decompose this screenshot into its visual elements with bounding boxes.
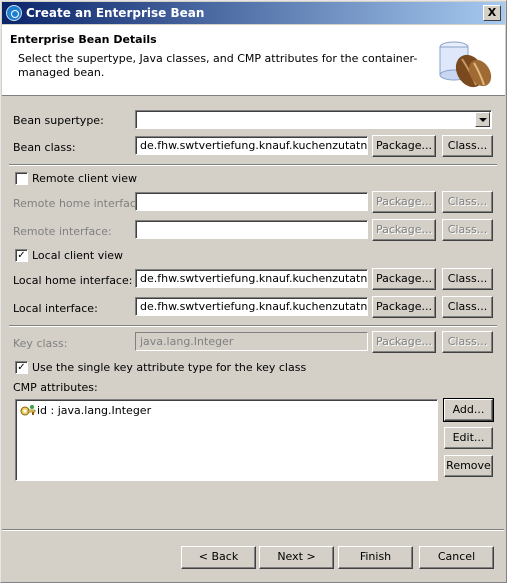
chevron-down-icon[interactable] <box>475 112 490 127</box>
bean-class-package-button[interactable]: Package... <box>372 135 436 157</box>
bean-class-field[interactable]: de.fhw.swtvertiefung.knauf.kuchenzutatnm… <box>135 136 368 155</box>
local-home-interface-field[interactable]: de.fhw.swtvertiefung.knauf.kuchenzutatnm… <box>135 269 368 288</box>
remote-interface-class-button[interactable]: Class... <box>442 219 493 241</box>
cmp-attribute-text: id : java.lang.Integer <box>37 404 152 417</box>
local-interface-class-button[interactable]: Class... <box>442 296 493 318</box>
key-class-class-button[interactable]: Class... <box>442 331 493 353</box>
separator <box>9 325 497 327</box>
remote-client-view-label: Remote client view <box>32 172 137 185</box>
bean-class-label: Bean class: <box>13 141 76 154</box>
edit-attribute-button[interactable]: Edit... <box>444 427 493 449</box>
wizard-window: Create an Enterprise Bean X Enterprise B… <box>0 0 507 583</box>
local-home-interface-label: Local home interface: <box>13 274 133 287</box>
back-button[interactable]: < Back <box>181 546 256 569</box>
remote-home-class-button[interactable]: Class... <box>442 191 493 213</box>
remove-attribute-button[interactable]: Remove <box>444 455 493 477</box>
eclipse-icon <box>6 5 22 21</box>
local-home-class-button[interactable]: Class... <box>442 268 493 290</box>
key-class-field[interactable]: java.lang.Integer <box>135 332 368 351</box>
title-bar: Create an Enterprise Bean X <box>2 2 505 24</box>
key-class-label: Key class: <box>13 337 68 350</box>
local-interface-package-button[interactable]: Package... <box>372 296 436 318</box>
local-interface-label: Local interface: <box>13 302 98 315</box>
key-class-package-button[interactable]: Package... <box>372 331 436 353</box>
close-button[interactable]: X <box>483 5 501 21</box>
remote-interface-package-button[interactable]: Package... <box>372 219 436 241</box>
next-button[interactable]: Next > <box>259 546 334 569</box>
separator <box>9 164 497 166</box>
remote-client-view-checkbox[interactable] <box>15 172 28 185</box>
single-key-label: Use the single key attribute type for th… <box>32 361 307 374</box>
cmp-attributes-list[interactable]: id : java.lang.Integer <box>15 399 438 481</box>
wizard-header: Enterprise Bean Details Select the super… <box>2 25 505 96</box>
separator <box>2 529 504 531</box>
local-interface-field[interactable]: de.fhw.swtvertiefung.knauf.kuchenzutatnm… <box>135 297 368 316</box>
remote-home-package-button[interactable]: Package... <box>372 191 436 213</box>
window-title: Create an Enterprise Bean <box>26 6 205 20</box>
add-attribute-button[interactable]: Add... <box>443 398 494 422</box>
cmp-attributes-label: CMP attributes: <box>13 381 98 394</box>
single-key-checkbox[interactable]: ✓ <box>15 361 28 374</box>
bean-supertype-label: Bean supertype: <box>13 114 104 127</box>
page-title: Enterprise Bean Details <box>10 33 157 46</box>
local-home-package-button[interactable]: Package... <box>372 268 436 290</box>
key-attribute-icon <box>20 405 36 416</box>
local-client-view-label: Local client view <box>32 249 124 262</box>
enterprise-bean-wizard-icon <box>439 41 492 88</box>
finish-button[interactable]: Finish <box>338 546 413 569</box>
remote-interface-label: Remote interface: <box>13 225 112 238</box>
remote-home-interface-field[interactable] <box>135 192 368 211</box>
cancel-button[interactable]: Cancel <box>419 546 494 569</box>
remote-interface-field[interactable] <box>135 220 368 239</box>
local-client-view-checkbox[interactable]: ✓ <box>15 249 28 262</box>
page-description: Select the supertype, Java classes, and … <box>18 52 418 79</box>
bean-class-class-button[interactable]: Class... <box>442 135 493 157</box>
bean-supertype-combo[interactable] <box>135 110 492 129</box>
remote-home-interface-label: Remote home interface: <box>13 197 147 210</box>
